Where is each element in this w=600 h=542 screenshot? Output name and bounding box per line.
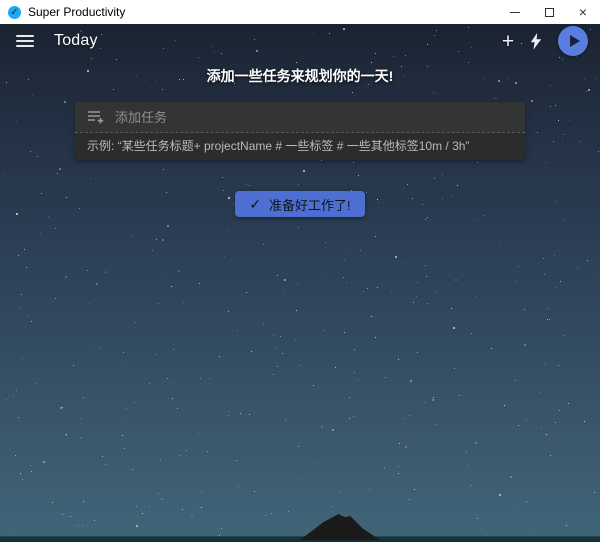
hamburger-menu-icon[interactable] — [16, 35, 38, 47]
close-button[interactable]: × — [566, 0, 600, 24]
app-window: ✓ Super Productivity × Today + — [0, 0, 600, 542]
minimize-button[interactable] — [498, 0, 532, 24]
maximize-icon — [545, 8, 554, 17]
playlist-add-icon — [87, 110, 105, 124]
page-title: Today — [54, 32, 98, 50]
check-icon: ✓ — [249, 196, 261, 213]
main-toolbar: Today + — [0, 24, 600, 58]
focus-mode-button[interactable] — [522, 27, 550, 55]
add-task-row — [75, 102, 525, 132]
minimize-icon — [510, 12, 520, 13]
play-button[interactable] — [558, 26, 588, 56]
ready-to-work-button[interactable]: ✓ 准备好工作了! — [235, 191, 364, 217]
play-icon — [570, 35, 580, 47]
main-content: 添加一些任务来规划你的一天! — [0, 58, 600, 217]
add-button[interactable]: + — [494, 27, 522, 55]
window-controls: × — [498, 0, 600, 24]
window-title: Super Productivity — [28, 5, 498, 19]
os-titlebar: ✓ Super Productivity × — [0, 0, 600, 24]
bolt-icon — [530, 33, 542, 50]
app-background: Today + 添加一些任务来规划你的一天! — [0, 24, 600, 542]
ready-to-work-label: 准备好工作了! — [269, 195, 351, 214]
welcome-heading: 添加一些任务来规划你的一天! — [207, 66, 394, 86]
maximize-button[interactable] — [532, 0, 566, 24]
plus-icon: + — [502, 31, 514, 52]
add-task-input[interactable] — [115, 110, 513, 125]
add-task-hint: 示例: “某些任务标题+ projectName # 一些标签 # 一些其他标签… — [75, 132, 525, 160]
add-task-panel: 示例: “某些任务标题+ projectName # 一些标签 # 一些其他标签… — [75, 102, 525, 160]
mountain-silhouette — [300, 514, 380, 540]
close-icon: × — [579, 5, 587, 19]
app-logo-icon: ✓ — [8, 6, 21, 19]
